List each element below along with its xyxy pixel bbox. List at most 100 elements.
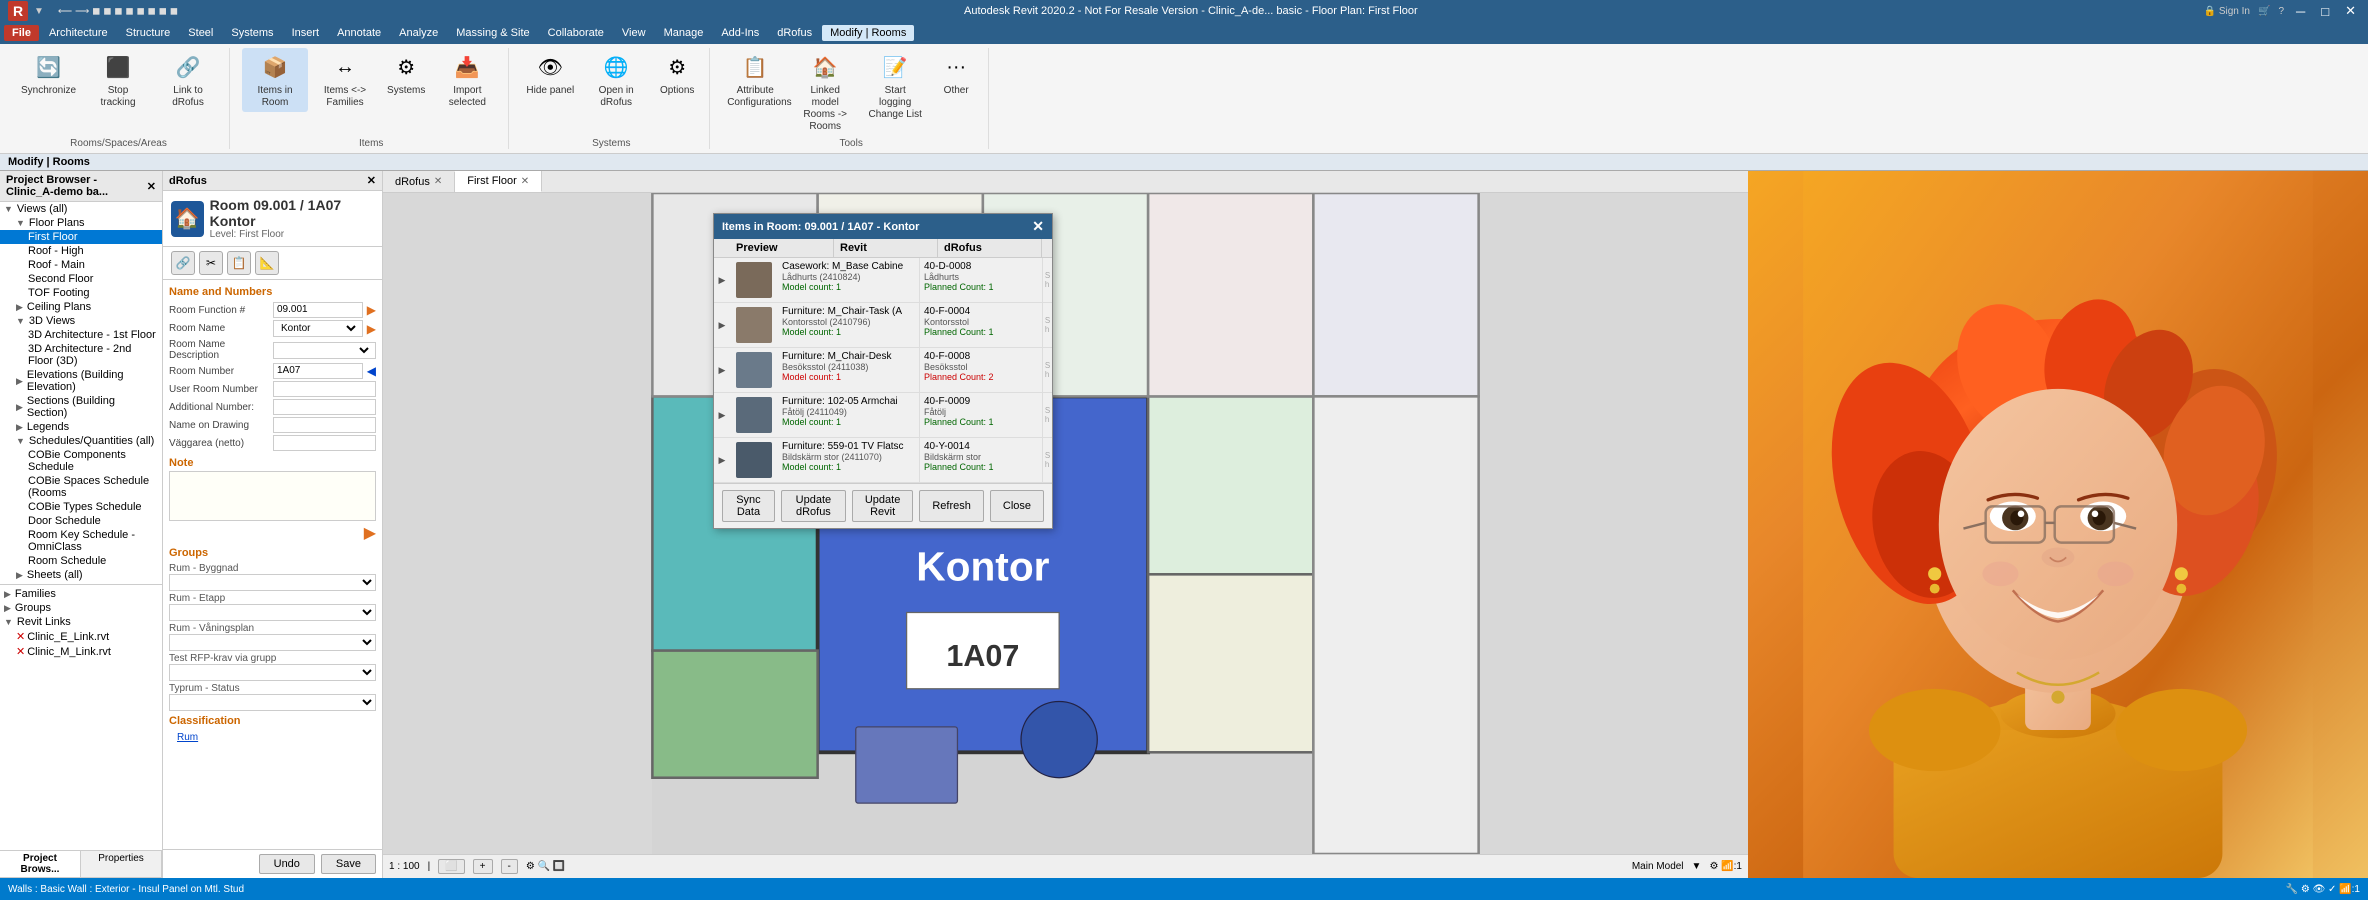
tree-second-floor[interactable]: Second Floor: [0, 272, 162, 286]
project-browser-header[interactable]: Project Browser - Clinic_A-demo ba... ✕: [0, 171, 162, 202]
item-4-expand[interactable]: ▶: [714, 393, 730, 437]
item-3-expand[interactable]: ▶: [714, 348, 730, 392]
tree-legends[interactable]: ▶ Legends: [0, 420, 162, 434]
menu-systems[interactable]: Systems: [223, 25, 281, 41]
item-row-2[interactable]: ▶ Furniture: M_Chair-Task (A Kontorsstol…: [714, 303, 1052, 348]
items-in-room-btn[interactable]: 📦 Items in Room: [242, 48, 308, 112]
group-byggnad-select[interactable]: [169, 574, 376, 591]
link-drofus-btn[interactable]: 🔗 Link to dRofus: [155, 48, 221, 112]
vaggarea-value[interactable]: [273, 435, 376, 451]
tree-cobie-spaces[interactable]: COBie Spaces Schedule (Rooms: [0, 474, 162, 500]
menu-insert[interactable]: Insert: [284, 25, 328, 41]
group-typrum-select[interactable]: [169, 694, 376, 711]
menu-collaborate[interactable]: Collaborate: [540, 25, 612, 41]
item-1-expand[interactable]: ▶: [714, 258, 730, 302]
items-dialog-close[interactable]: ✕: [1032, 218, 1044, 235]
tree-groups[interactable]: ▶ Groups: [0, 601, 162, 615]
file-menu[interactable]: File: [4, 25, 39, 41]
tab-drofus[interactable]: dRofus ✕: [383, 172, 455, 192]
drofus-panel-header[interactable]: dRofus ✕: [163, 171, 382, 191]
zoom-fit-btn[interactable]: ⬜: [438, 859, 464, 874]
menu-view[interactable]: View: [614, 25, 654, 41]
menu-steel[interactable]: Steel: [180, 25, 221, 41]
tree-room-key-schedule[interactable]: Room Key Schedule - OmniClass: [0, 528, 162, 554]
room-function-arrow[interactable]: ▶: [367, 303, 376, 317]
close-btn[interactable]: ✕: [2341, 3, 2360, 19]
tree-tof-footing[interactable]: TOF Footing: [0, 286, 162, 300]
tree-sections[interactable]: ▶ Sections (Building Section): [0, 394, 162, 420]
hide-panel-btn[interactable]: 👁 Hide panel: [521, 48, 579, 100]
linked-model-btn[interactable]: 🏠 Linked model Rooms -> Rooms: [792, 48, 858, 136]
tree-sheets[interactable]: ▶ Sheets (all): [0, 568, 162, 582]
room-cut-btn[interactable]: ✂: [199, 251, 223, 275]
menu-drofus[interactable]: dRofus: [769, 25, 820, 41]
menu-structure[interactable]: Structure: [118, 25, 179, 41]
room-measure-btn[interactable]: 📐: [255, 251, 279, 275]
tree-roof-main[interactable]: Roof - Main: [0, 258, 162, 272]
room-name-value[interactable]: Kontor: [273, 320, 363, 337]
save-btn[interactable]: Save: [321, 854, 376, 874]
tree-room-schedule[interactable]: Room Schedule: [0, 554, 162, 568]
tree-revit-links[interactable]: ▼ Revit Links: [0, 615, 162, 629]
floor-plan-area[interactable]: Kontor 1A07: [383, 193, 1748, 878]
options-btn[interactable]: ⚙ Options: [653, 48, 701, 100]
item-2-expand[interactable]: ▶: [714, 303, 730, 347]
properties-tab[interactable]: Properties: [81, 851, 162, 877]
room-copy-btn[interactable]: 📋: [227, 251, 251, 275]
item-row-4[interactable]: ▶ Furniture: 102-05 Armchai Fåtölj (2411…: [714, 393, 1052, 438]
group-etapp-select[interactable]: [169, 604, 376, 621]
group-rfp-select[interactable]: [169, 664, 376, 681]
attribute-config-btn[interactable]: 📋 Attribute Configurations: [722, 48, 788, 112]
project-browser-close[interactable]: ✕: [147, 180, 156, 193]
systems-btn[interactable]: ⚙ Systems: [382, 48, 430, 100]
tree-cobie-types[interactable]: COBie Types Schedule: [0, 500, 162, 514]
note-content[interactable]: [169, 471, 376, 521]
name-drawing-value[interactable]: [273, 417, 376, 433]
tree-views-all[interactable]: ▼ Views (all): [0, 202, 162, 216]
update-revit-btn[interactable]: Update Revit: [852, 490, 913, 522]
tree-families[interactable]: ▶ Families: [0, 587, 162, 601]
item-5-expand[interactable]: ▶: [714, 438, 730, 482]
group-vaningsplan-select[interactable]: [169, 634, 376, 651]
menu-architecture[interactable]: Architecture: [41, 25, 116, 41]
stop-tracking-btn[interactable]: ⬛ Stop tracking: [85, 48, 151, 112]
other-btn[interactable]: ··· Other: [932, 48, 980, 100]
close-dialog-btn[interactable]: Close: [990, 490, 1044, 522]
room-number-value[interactable]: 1A07: [273, 363, 363, 379]
user-room-number-value[interactable]: [273, 381, 376, 397]
menu-addins[interactable]: Add-Ins: [713, 25, 767, 41]
tree-floor-plans[interactable]: ▼ Floor Plans: [0, 216, 162, 230]
tree-cobie-components[interactable]: COBie Components Schedule: [0, 448, 162, 474]
synchronize-btn[interactable]: 🔄 Synchronize: [16, 48, 81, 100]
menu-analyze[interactable]: Analyze: [391, 25, 446, 41]
open-drofus-btn[interactable]: 🌐 Open in dRofus: [583, 48, 649, 112]
tree-elevations[interactable]: ▶ Elevations (Building Elevation): [0, 368, 162, 394]
refresh-btn[interactable]: Refresh: [919, 490, 984, 522]
zoom-out-btn[interactable]: -: [501, 859, 518, 874]
maximize-btn[interactable]: □: [2317, 4, 2333, 19]
menu-annotate[interactable]: Annotate: [329, 25, 389, 41]
minimize-btn[interactable]: ─: [2292, 4, 2309, 19]
room-name-arrow[interactable]: ▶: [367, 322, 376, 336]
room-name-select[interactable]: Kontor: [277, 322, 359, 335]
project-browser-tab[interactable]: Project Brows...: [0, 851, 81, 877]
undo-btn[interactable]: Undo: [259, 854, 315, 874]
tree-clinic-m-link[interactable]: ✕ Clinic_M_Link.rvt: [0, 644, 162, 659]
room-name-desc-select[interactable]: [277, 344, 372, 357]
item-row-3[interactable]: ▶ Furniture: M_Chair-Desk Besöksstol (24…: [714, 348, 1052, 393]
tree-clinic-e-link[interactable]: ✕ Clinic_E_Link.rvt: [0, 629, 162, 644]
tree-ceiling-plans[interactable]: ▶ Ceiling Plans: [0, 300, 162, 314]
room-number-arrow[interactable]: ◀: [367, 364, 376, 378]
sync-data-btn[interactable]: Sync Data: [722, 490, 775, 522]
item-row-5[interactable]: ▶ Furniture: 559-01 TV Flatsc Bildskärm …: [714, 438, 1052, 483]
tree-first-floor[interactable]: First Floor: [0, 230, 162, 244]
tab-first-floor-close[interactable]: ✕: [521, 176, 529, 187]
additional-number-value[interactable]: [273, 399, 376, 415]
tree-3d-arch-2[interactable]: 3D Architecture - 2nd Floor (3D): [0, 342, 162, 368]
note-arrow[interactable]: ▶: [364, 525, 376, 542]
room-name-desc-value[interactable]: [273, 342, 376, 359]
tree-door-schedule[interactable]: Door Schedule: [0, 514, 162, 528]
tab-drofus-close[interactable]: ✕: [434, 176, 442, 187]
tree-schedules[interactable]: ▼ Schedules/Quantities (all): [0, 434, 162, 448]
update-drofus-btn[interactable]: Update dRofus: [781, 490, 846, 522]
